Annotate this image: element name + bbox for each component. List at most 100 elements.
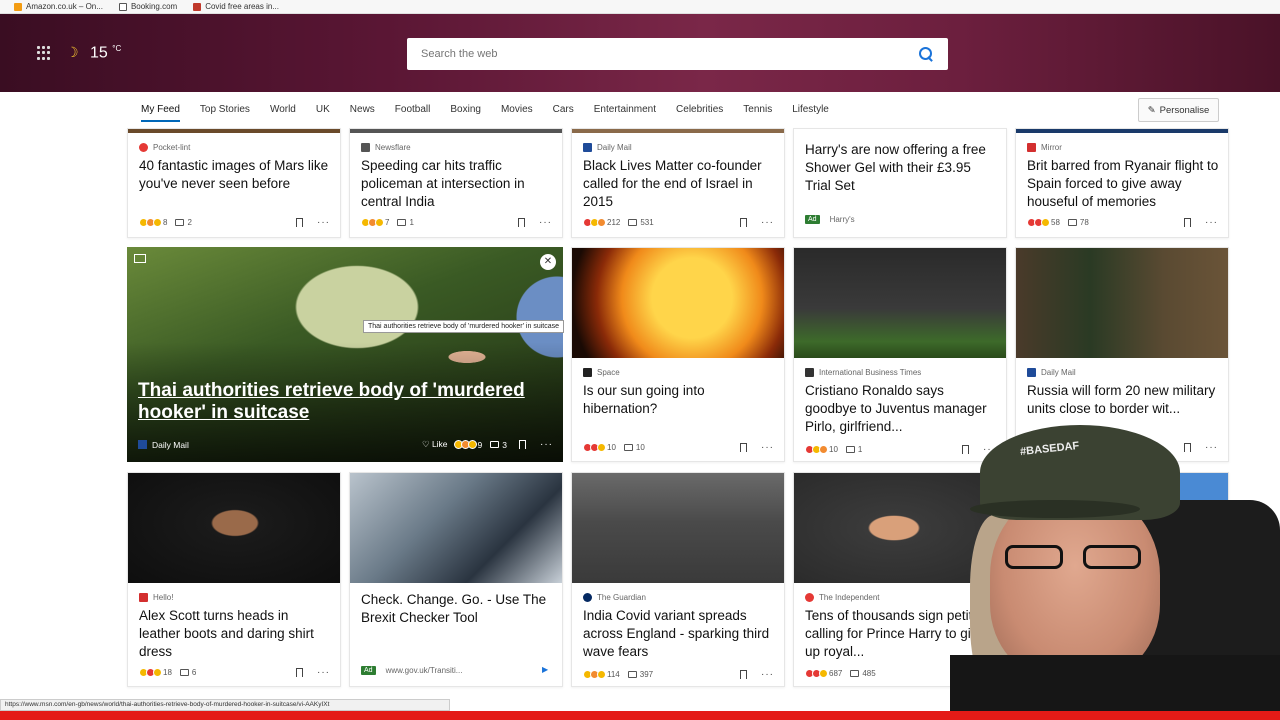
comment-button[interactable]: 3 [490, 440, 507, 450]
bookmark-booking[interactable]: Booking.com [118, 2, 177, 11]
more-options-icon[interactable]: ··· [539, 217, 552, 228]
reaction-count: 10 [829, 445, 838, 454]
bookmark-icon[interactable] [740, 670, 747, 679]
source-name: Hello! [153, 593, 174, 602]
reactions-icon [583, 670, 606, 679]
comment-button[interactable]: 10 [623, 443, 645, 452]
comment-icon [627, 671, 637, 678]
tab-uk[interactable]: UK [316, 104, 330, 122]
news-card[interactable]: Newsflare Speeding car hits traffic poli… [349, 128, 563, 238]
more-options-icon[interactable]: ··· [317, 667, 330, 678]
source-name: www.gov.uk/Transiti... [385, 666, 463, 675]
card-title[interactable]: Brit barred from Ryanair flight to Spain… [1027, 157, 1220, 211]
reaction-count: 18 [163, 668, 172, 677]
bookmark-icon[interactable] [518, 218, 525, 227]
card-title[interactable]: Speeding car hits traffic policeman at i… [361, 157, 554, 211]
tab-top-stories[interactable]: Top Stories [200, 104, 250, 122]
reactions-icon [139, 668, 162, 677]
card-title[interactable]: Black Lives Matter co-founder called for… [583, 157, 776, 211]
tab-news[interactable]: News [350, 104, 375, 122]
sponsored-card[interactable]: Check. Change. Go. - Use The Brexit Chec… [349, 472, 563, 687]
featured-video-card[interactable]: ✕ Thai authorities retrieve body of 'mur… [127, 247, 563, 462]
card-title[interactable]: Alex Scott turns heads in leather boots … [139, 607, 332, 661]
more-options-icon[interactable]: ··· [1205, 217, 1218, 228]
news-card[interactable]: The Guardian India Covid variant spreads… [571, 472, 785, 687]
bookmark-icon[interactable] [740, 443, 747, 452]
card-image [1016, 248, 1228, 358]
news-card[interactable]: Space Is our sun going into hibernation?… [571, 247, 785, 462]
sponsored-card[interactable]: Harry's are now offering a free Shower G… [793, 128, 1007, 238]
source-logo-icon [583, 593, 592, 602]
weather-temperature[interactable]: 15 °C [90, 44, 121, 62]
comment-button[interactable]: 531 [628, 218, 654, 227]
comment-button[interactable]: 78 [1067, 218, 1089, 227]
comment-button[interactable]: 1 [397, 218, 414, 227]
news-card[interactable]: Pocket-lint 40 fantastic images of Mars … [127, 128, 341, 238]
tab-entertainment[interactable]: Entertainment [594, 104, 656, 122]
web-search-box[interactable] [407, 38, 948, 70]
amazon-icon [14, 2, 22, 11]
news-card[interactable]: Hello! Alex Scott turns heads in leather… [127, 472, 341, 687]
card-title[interactable]: Harry's are now offering a free Shower G… [805, 141, 998, 195]
ad-choices-icon[interactable]: ▶ [542, 665, 548, 674]
bookmark-amazon[interactable]: Amazon.co.uk – On... [14, 2, 103, 11]
card-title[interactable]: Is our sun going into hibernation? [583, 382, 776, 418]
tab-boxing[interactable]: Boxing [450, 104, 481, 122]
comment-icon [397, 219, 407, 226]
tab-lifestyle[interactable]: Lifestyle [792, 104, 829, 122]
tab-football[interactable]: Football [395, 104, 431, 122]
bookmarks-bar: Amazon.co.uk – On... Booking.com Covid f… [0, 0, 1280, 14]
more-options-icon[interactable]: ··· [540, 439, 553, 450]
personalise-button[interactable]: ✎ Personalise [1138, 98, 1219, 122]
moon-icon: ☽ [66, 44, 79, 60]
more-options-icon[interactable]: ··· [761, 669, 774, 680]
tab-world[interactable]: World [270, 104, 296, 122]
search-icon[interactable] [918, 46, 934, 62]
source-logo-icon [1027, 143, 1036, 152]
card-image [350, 129, 562, 133]
comment-button[interactable]: 2 [175, 218, 192, 227]
news-card[interactable]: Daily Mail Black Lives Matter co-founder… [571, 128, 785, 238]
comment-icon [845, 446, 855, 453]
close-icon[interactable]: ✕ [540, 254, 556, 270]
reaction-count: 10 [607, 443, 616, 452]
comment-icon [850, 670, 860, 677]
bookmark-icon[interactable] [740, 218, 747, 227]
news-card[interactable]: Mirror Brit barred from Ryanair flight t… [1015, 128, 1229, 238]
bookmark-icon[interactable] [296, 218, 303, 227]
card-title[interactable]: Check. Change. Go. - Use The Brexit Chec… [361, 591, 554, 627]
bookmark-covid[interactable]: Covid free areas in... [193, 2, 279, 11]
featured-title[interactable]: Thai authorities retrieve body of 'murde… [138, 380, 558, 424]
source-name: Daily Mail [597, 143, 632, 152]
comment-button[interactable]: 6 [179, 668, 196, 677]
bookmark-icon[interactable] [296, 668, 303, 677]
card-title[interactable]: 40 fantastic images of Mars like you've … [139, 157, 332, 193]
comment-button[interactable]: 485 [850, 669, 876, 678]
bookmark-icon[interactable] [519, 440, 526, 449]
more-options-icon[interactable]: ··· [317, 217, 330, 228]
video-icon [134, 254, 146, 263]
card-image [128, 129, 340, 133]
tab-celebrities[interactable]: Celebrities [676, 104, 723, 122]
comment-button[interactable]: 1 [845, 445, 862, 454]
card-title[interactable]: India Covid variant spreads across Engla… [583, 607, 776, 661]
like-button[interactable]: ♡ Like [422, 439, 448, 450]
tab-movies[interactable]: Movies [501, 104, 533, 122]
bookmark-icon[interactable] [1184, 218, 1191, 227]
search-input[interactable] [421, 48, 918, 60]
tab-my-feed[interactable]: My Feed [141, 104, 180, 122]
tab-tennis[interactable]: Tennis [743, 104, 772, 122]
source-logo-icon [805, 368, 814, 377]
reactions-icon [453, 440, 477, 449]
source-name: Harry's [829, 215, 855, 224]
app-launcher-icon[interactable] [37, 46, 51, 60]
more-options-icon[interactable]: ··· [761, 217, 774, 228]
more-options-icon[interactable]: ··· [761, 442, 774, 453]
comment-button[interactable]: 397 [627, 670, 653, 679]
source-logo-icon [139, 593, 148, 602]
comment-icon [179, 669, 189, 676]
category-nav: My Feed Top Stories World UK News Footba… [0, 92, 1280, 130]
reaction-count: 114 [607, 670, 620, 679]
source-logo-icon [1027, 368, 1036, 377]
tab-cars[interactable]: Cars [553, 104, 574, 122]
